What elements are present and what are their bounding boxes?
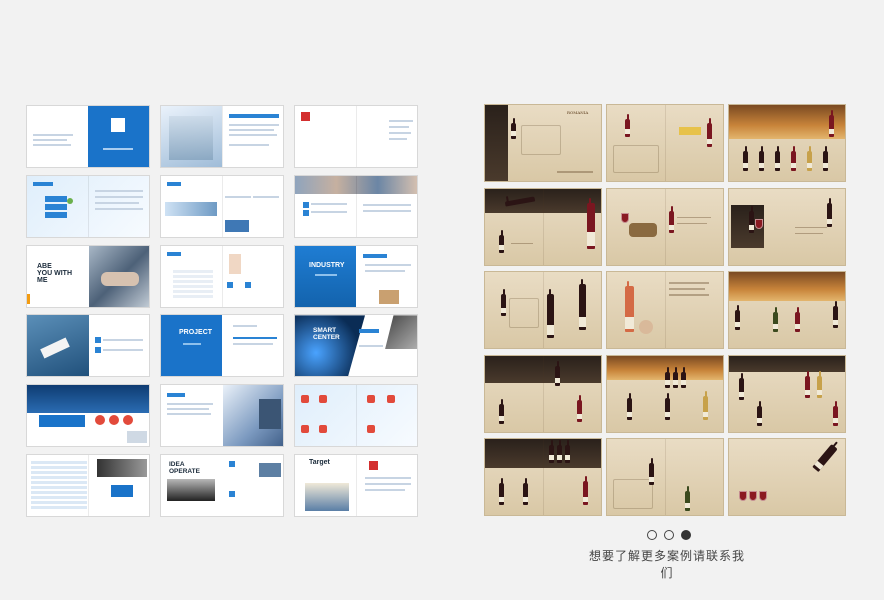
handshake-image (101, 271, 139, 286)
brochure-spread[interactable] (26, 314, 150, 378)
wine-spread[interactable] (484, 271, 602, 349)
brochure-grid-left: ABE YOU WITH ME INDUSTRY PROJECT SMART C… (26, 105, 418, 517)
brochure-spread[interactable] (160, 384, 284, 448)
brochure-spread[interactable] (26, 453, 150, 517)
pagination-dot-2[interactable] (664, 530, 674, 540)
wine-spread[interactable] (728, 354, 846, 433)
wine-spread-cover[interactable]: ROMANIA (484, 104, 602, 182)
brochure-spread-cover[interactable] (26, 105, 150, 168)
spread-heading-line1: IDEA (169, 460, 185, 468)
spread-heading: INDUSTRY (309, 261, 345, 269)
wine-spread[interactable] (728, 187, 846, 266)
brochure-spread-industry[interactable]: INDUSTRY (294, 244, 418, 308)
brochure-spread[interactable] (294, 384, 418, 448)
contact-caption: 想要了解更多案例请联系我们 (588, 549, 745, 580)
brochure-spread-idea[interactable]: IDEA OPERATE (160, 453, 284, 517)
wine-spread[interactable] (728, 271, 846, 349)
brochure-grid-right: ROMANIA (484, 104, 846, 516)
spread-heading: PROJECT (179, 329, 213, 337)
wine-spread[interactable] (728, 104, 846, 182)
brochure-spread[interactable] (26, 384, 150, 448)
wine-spread[interactable] (606, 354, 724, 433)
spread-heading-line2: YOU WITH (37, 269, 72, 277)
spread-heading-line2: OPERATE (169, 467, 200, 475)
brochure-spread-target[interactable]: Target (294, 453, 418, 517)
wine-spread[interactable] (484, 354, 602, 433)
wine-spread[interactable] (606, 271, 724, 349)
brochure-spread[interactable] (160, 105, 284, 168)
wine-series-tag (679, 127, 701, 135)
spread-heading: Target (309, 458, 330, 466)
brochure-spread[interactable] (294, 174, 418, 238)
wine-spread[interactable] (606, 438, 724, 516)
spread-heading-line1: ABE (37, 262, 52, 270)
spread-heading-line3: ME (37, 276, 48, 284)
brochure-spread[interactable] (160, 244, 284, 308)
wine-spread[interactable] (484, 438, 602, 516)
wine-brand-title: ROMANIA (567, 110, 589, 115)
brochure-spread[interactable] (160, 174, 284, 238)
brochure-spread-project[interactable]: PROJECT (160, 314, 284, 378)
carousel-pagination (647, 530, 691, 540)
wine-spread[interactable] (484, 187, 602, 266)
wine-spread[interactable] (606, 187, 724, 266)
pagination-dot-3[interactable] (681, 530, 691, 540)
chess-image (167, 478, 215, 501)
brochure-spread[interactable] (294, 105, 418, 168)
brochure-spread[interactable] (26, 174, 150, 238)
wine-spread[interactable] (606, 104, 724, 182)
brochure-spread-abe[interactable]: ABE YOU WITH ME (26, 244, 150, 308)
spread-heading-line1: SMART (313, 327, 337, 335)
wine-spread[interactable] (728, 438, 846, 516)
spread-heading-line2: CENTER (313, 334, 340, 342)
logo-icon (111, 118, 125, 132)
pagination-dot-1[interactable] (647, 530, 657, 540)
brochure-spread-smart-center[interactable]: SMART CENTER (294, 314, 418, 378)
